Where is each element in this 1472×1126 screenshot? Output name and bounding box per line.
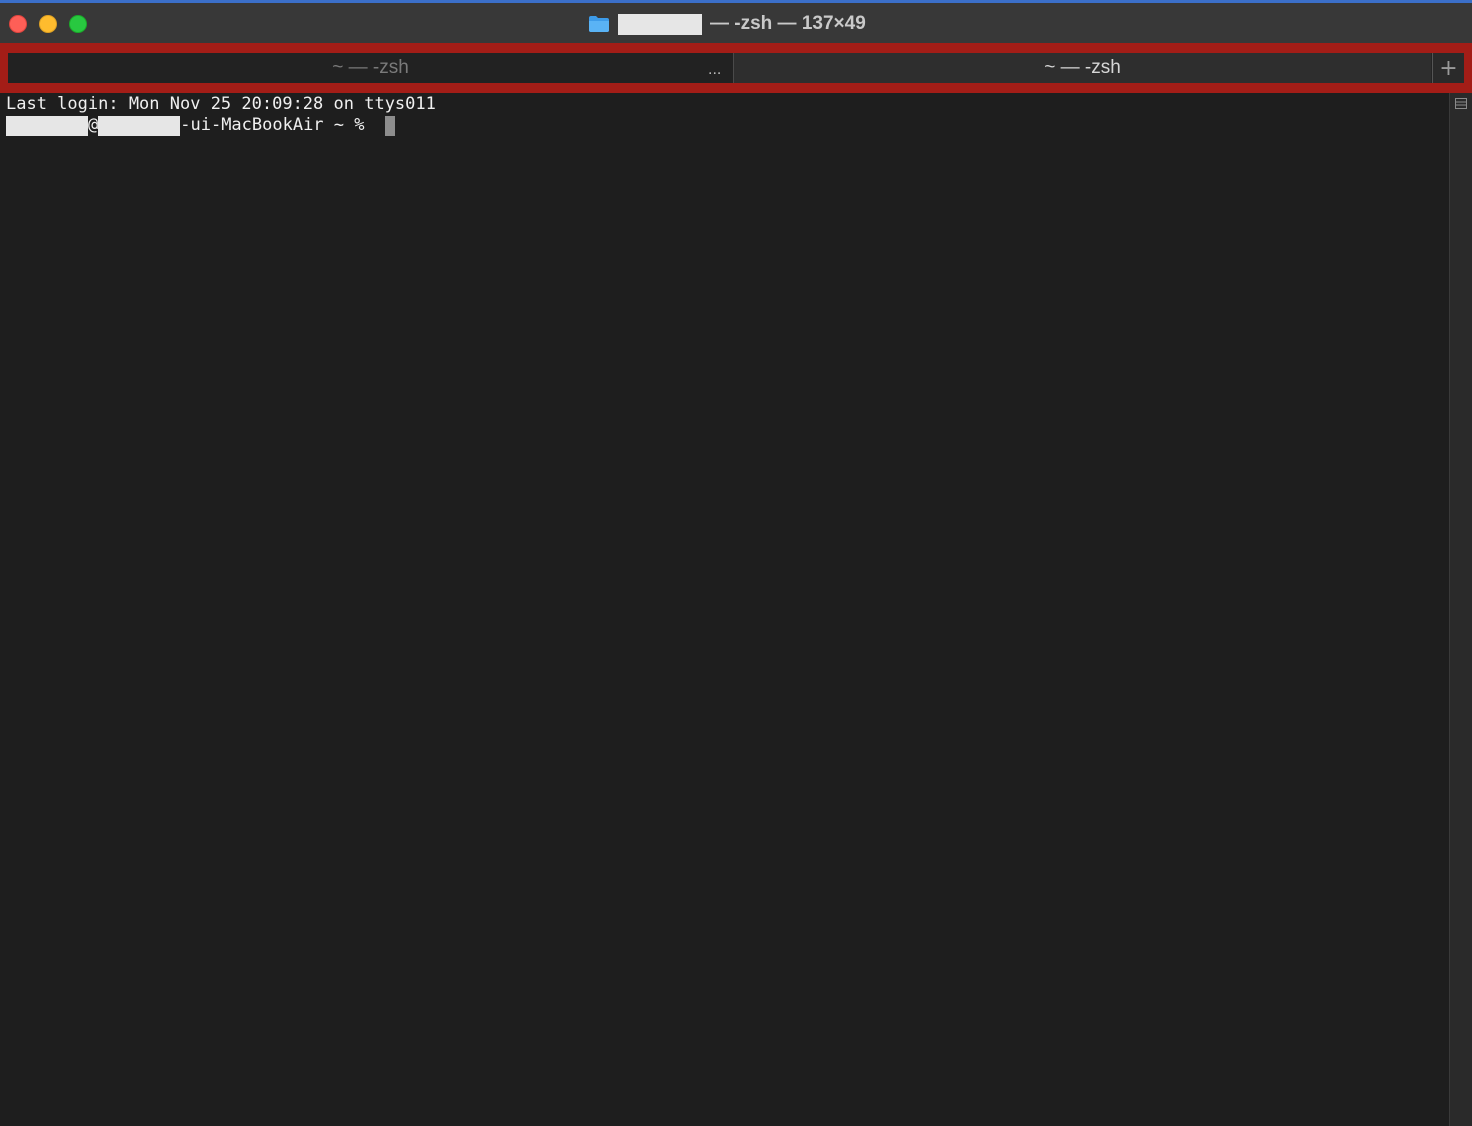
prompt-line: @ -ui-MacBookAir ~ %	[6, 115, 395, 136]
split-pane-icon[interactable]	[1455, 96, 1467, 109]
window-title-text: — -zsh — 137×49	[710, 13, 866, 34]
title-bar[interactable]: — -zsh — 137×49	[0, 3, 1472, 43]
terminal-content[interactable]: Last login: Mon Nov 25 20:09:28 on ttys0…	[0, 93, 1449, 1126]
minimize-button[interactable]	[39, 15, 57, 33]
plus-icon: +	[1439, 55, 1458, 81]
prompt-host-suffix: -ui-MacBookAir ~ %	[180, 115, 375, 135]
redacted-user	[6, 115, 88, 136]
prompt-at: @	[88, 115, 99, 135]
tab-2-active[interactable]: ~ — -zsh	[734, 53, 1431, 83]
zoom-button[interactable]	[69, 15, 87, 33]
tab-strip: ~ — -zsh ... ~ — -zsh +	[8, 53, 1464, 83]
tab-1-label: ~ — -zsh	[332, 57, 409, 78]
last-login-line: Last login: Mon Nov 25 20:09:28 on ttys0…	[6, 94, 436, 114]
tab-bar: ~ — -zsh ... ~ — -zsh +	[0, 43, 1472, 93]
scrollbar[interactable]	[1449, 93, 1472, 1126]
new-tab-button[interactable]: +	[1432, 53, 1464, 83]
ellipsis-icon[interactable]: ...	[708, 61, 721, 79]
text-cursor	[384, 115, 395, 136]
tab-2-label: ~ — -zsh	[1044, 57, 1121, 78]
redacted-username	[618, 13, 702, 35]
tab-1[interactable]: ~ — -zsh	[8, 53, 733, 83]
redacted-host	[98, 115, 181, 136]
window-title: — -zsh — 137×49	[588, 12, 866, 36]
terminal-window: — -zsh — 137×49 ~ — -zsh ... ~ — -zsh + …	[0, 0, 1472, 1126]
close-button[interactable]	[9, 15, 27, 33]
folder-icon	[588, 15, 610, 33]
